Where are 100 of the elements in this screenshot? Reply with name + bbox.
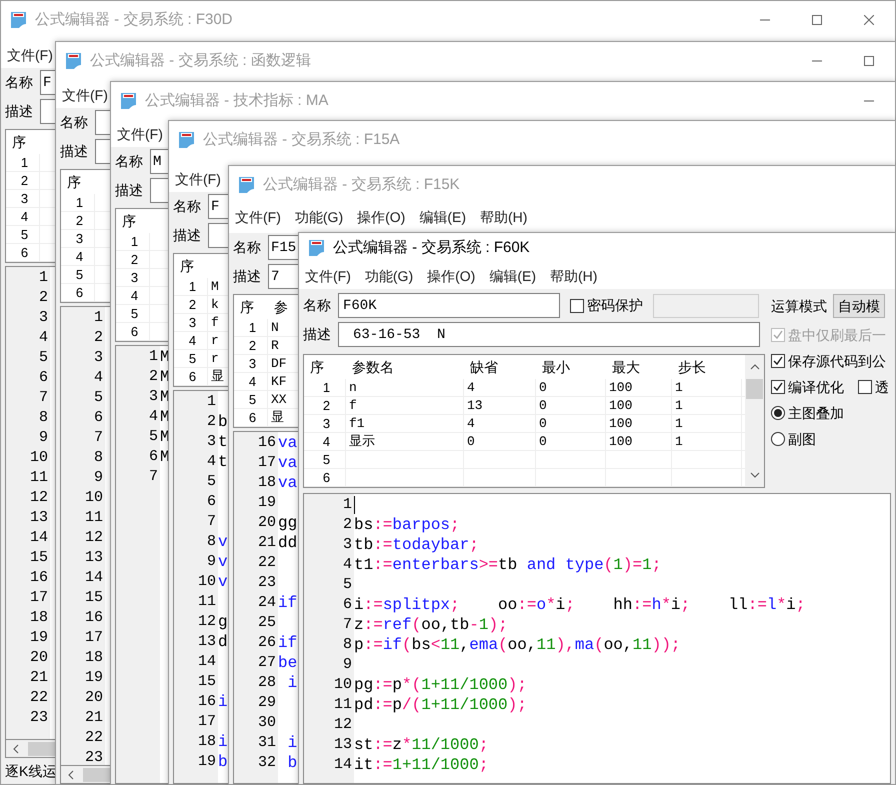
line-number: 4 [206,452,216,472]
line-number: 12 [334,715,352,735]
table-cell: 4 [304,433,346,450]
menu-item[interactable]: 文件(F) [235,206,281,228]
name-field[interactable]: F15 [268,235,299,260]
table-cell: 4 [61,248,95,265]
line-number: 8 [94,448,103,468]
menu-item[interactable]: 文件(F) [175,168,221,190]
line-number: 32 [258,753,276,773]
menu-item[interactable]: 帮助(H) [480,206,528,228]
name-field[interactable]: M [150,149,169,174]
line-number: 9 [342,655,352,675]
line-number: 16 [258,433,276,453]
code-line: gg [278,513,298,533]
menu-item[interactable]: 功能(G) [294,206,344,228]
table-cell: 5 [6,226,40,243]
column-header: 最小 [541,358,571,376]
line-number: 5 [38,348,48,368]
column-header: 最大 [611,358,641,376]
menu-item[interactable]: 操作(O) [427,266,476,286]
table-cell: 5 [61,266,95,283]
option-checkbox[interactable] [771,354,785,368]
app-icon [119,91,139,111]
code-line: dd [278,533,298,553]
line-number: 3 [342,535,352,555]
table-cell: 1 [672,397,742,414]
menu-item[interactable]: 编辑(E) [489,266,536,286]
window-title: 公式编辑器 - 交易系统 : F60K [333,238,530,258]
line-number: 22 [30,688,48,708]
table-cell: 100 [606,397,672,414]
table-cell: 6 [61,284,95,301]
line-number: 9 [206,552,216,572]
menu-item[interactable]: 文件(F) [117,124,163,144]
line-number: 18 [258,473,276,493]
code-line: t [218,432,228,452]
name-field[interactable]: F [208,194,229,219]
line-number: 24 [258,593,276,613]
code-line: bs:=barpos; [354,515,460,535]
line-number: 3 [38,308,48,328]
line-number: 1 [148,347,158,367]
code-editor[interactable]: 1 2 3 4 5 6 7 8 9 10 11 12 13 14 15 16 17 18 19 20 21 22 23 [5,266,56,740]
option-checkbox[interactable] [771,380,785,394]
code-editor[interactable] [303,493,891,784]
name-field[interactable]: F60K [338,293,560,318]
menu-item[interactable]: 帮助(H) [550,266,598,286]
mode-dropdown[interactable]: 自动模 [833,294,885,318]
table-cell: 2 [174,296,208,313]
line-number: 16 [198,692,216,712]
radio-button[interactable] [771,432,785,446]
text-cursor [354,496,355,514]
app-icon [9,10,29,30]
menu-item[interactable]: 文件(F) [7,44,53,66]
description-field[interactable]: 7 [268,264,299,289]
menu-item[interactable]: 功能(G) [364,266,414,286]
code-editor[interactable]: 1 2 3 4 5 6 7 8 9 10 11 12 13 14 15 16 17 18 19 20 21 22 23 [60,306,111,766]
password-checkbox[interactable] [570,298,584,312]
line-number: 9 [38,428,48,448]
menu-item[interactable]: 文件(F) [305,266,351,286]
checkbox-label: 保存源代码到公 [788,352,886,370]
menu-item[interactable]: 操作(O) [357,206,406,228]
line-number: 2 [38,288,48,308]
line-number: 5 [342,575,352,595]
code-editor[interactable]: 16 17 18 19 20 21 22 23 24 25 26 27 28 29 30 31 32 va va va gg dd if if be i i b [233,431,299,784]
code-editor[interactable]: 1 2 3 4 5 6 7 8 9 10 11 12 13 14 15 16 17 18 19 b t t v v v g d i i b [173,390,229,784]
window-title: 公式编辑器 - 交易系统 : F30D [35,10,233,30]
radio-button[interactable] [771,406,785,420]
line-number: 27 [258,653,276,673]
line-number: 10 [198,572,216,592]
code-line: g [218,612,228,632]
code-line: b [286,753,298,773]
menu-item[interactable]: 文件(F) [62,84,108,106]
line-number: 22 [84,728,103,748]
line-number: 14 [334,755,352,775]
scrollbar[interactable] [745,355,764,487]
line-number: 16 [30,568,48,588]
table-cell: 100 [606,415,672,432]
name-field[interactable]: F [40,70,56,95]
checkbox-label: 编译优化 [788,378,844,396]
line-number: 6 [38,368,48,388]
table-cell: 1 [672,379,742,396]
line-number: 10 [30,448,48,468]
scroll-left-icon [12,744,20,754]
line-number: 6 [342,595,352,615]
field-label: 描述 [5,102,34,121]
window-title: 公式编辑器 - 交易系统 : 函数逻辑 [90,50,311,71]
description-field[interactable]: 63-16-53 N [338,322,760,347]
table-cell: 1 [234,319,268,336]
code-line: t [218,452,228,472]
line-number: 19 [84,668,103,688]
column-header: 参 [273,298,289,316]
maximize-icon [864,56,874,66]
option-checkbox[interactable] [858,380,872,394]
menu-item[interactable]: 编辑(E) [419,206,466,228]
line-number: 10 [334,675,352,695]
line-number: 20 [30,648,48,668]
line-number: 4 [94,368,103,388]
scroll-thumb[interactable] [746,379,763,399]
line-number: 11 [30,468,48,488]
line-number: 14 [84,568,103,588]
code-line: v [218,552,228,572]
